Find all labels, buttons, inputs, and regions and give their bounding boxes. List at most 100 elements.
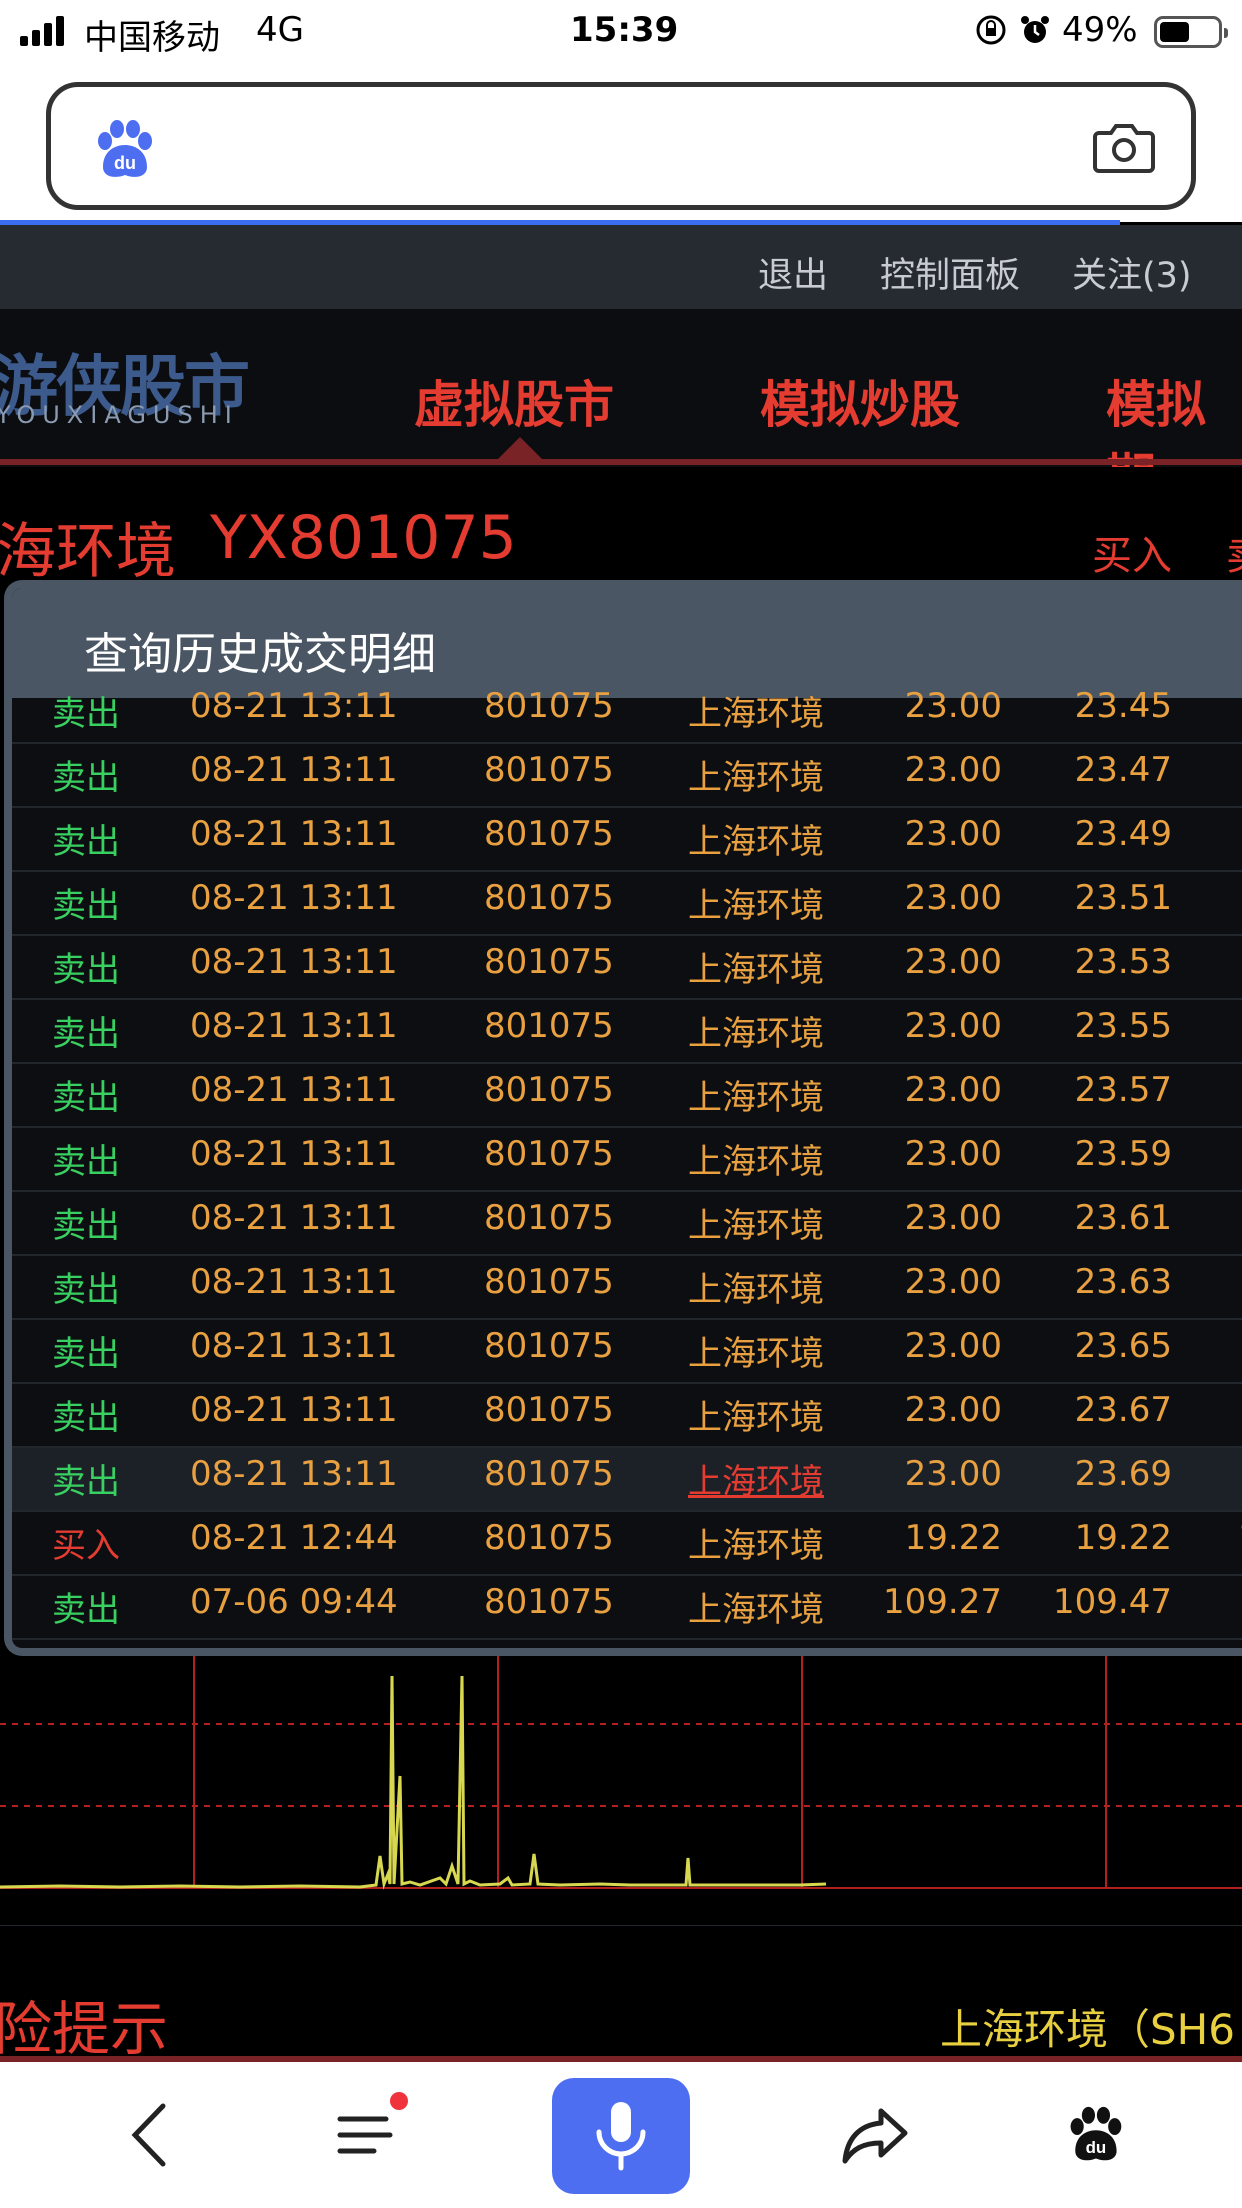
mic-icon (596, 2102, 646, 2171)
trade-type: 买入 (52, 1526, 120, 1566)
trade-code: 801075 (484, 942, 614, 982)
table-row[interactable]: 卖出 08-21 13:11 801075 上海环境 23.00 23.67 (12, 1384, 1242, 1448)
trade-type: 卖出 (52, 886, 120, 926)
stock-name: 海环境 (0, 517, 176, 587)
trade-time: 08-21 13:11 (190, 1198, 398, 1238)
table-row[interactable]: 卖出 08-21 13:11 801075 上海环境 23.00 23.53 (12, 936, 1242, 1000)
table-row[interactable]: 卖出 08-21 13:11 801075 上海环境 23.00 23.59 (12, 1128, 1242, 1192)
table-row[interactable]: 卖出 08-21 13:11 801075 上海环境 23.00 23.55 (12, 1000, 1242, 1064)
trade-name[interactable]: 上海环境 (688, 686, 824, 735)
trade-type: 卖出 (52, 758, 120, 798)
table-row[interactable]: 卖出 08-21 13:11 801075 上海环境 23.00 23.61 (12, 1192, 1242, 1256)
trade-code: 801075 (484, 1134, 614, 1174)
trade-name[interactable]: 上海环境 (688, 750, 824, 799)
camera-icon[interactable] (1091, 117, 1157, 177)
trade-extra: 1 (1238, 1518, 1242, 1558)
trade-time: 08-21 13:11 (190, 1006, 398, 1046)
trade-price-2: 23.65 (1074, 1326, 1172, 1366)
trade-type: 卖出 (52, 1142, 120, 1182)
search-input[interactable]: du (46, 82, 1196, 210)
menu-button[interactable] (320, 2062, 410, 2208)
trade-price: 109.27 (883, 1582, 1002, 1622)
network-label: 4G (256, 10, 304, 50)
trade-price-2: 23.59 (1074, 1134, 1172, 1174)
table-row[interactable]: 卖出 08-21 13:11 801075 上海环境 23.00 23.63 (12, 1256, 1242, 1320)
logout-link[interactable]: 退出 (758, 247, 828, 298)
table-row[interactable]: 卖出 08-21 13:11 801075 上海环境 23.00 23.47 (12, 744, 1242, 808)
trade-name[interactable]: 上海环境 (688, 1006, 824, 1055)
nav-simulated-trading[interactable]: 模拟炒股 (760, 365, 960, 437)
table-row[interactable]: 卖出 08-21 13:11 801075 上海环境 23.00 23.65 (12, 1320, 1242, 1384)
trade-type: 卖出 (52, 694, 120, 734)
trade-type: 卖出 (52, 1398, 120, 1438)
trade-price-2: 19.22 (1074, 1518, 1172, 1558)
baidu-paw-icon[interactable]: du (91, 117, 157, 183)
svg-text:du: du (1086, 2138, 1107, 2157)
back-icon (131, 2103, 166, 2167)
table-row[interactable]: 卖出 07-06 09:44 801075 上海环境 109.27 109.47 (12, 1576, 1242, 1640)
rotation-lock-icon (976, 15, 1006, 45)
volume-chart-svg (0, 1656, 1242, 1927)
trade-name[interactable]: 上海环境 (688, 814, 824, 863)
trade-price: 23.00 (904, 1326, 1002, 1366)
trade-name[interactable]: 上海环境 (688, 1070, 824, 1119)
table-row[interactable]: 卖出 08-21 13:11 801075 上海环境 23.00 23.45 (12, 680, 1242, 744)
trade-time: 07-06 09:44 (190, 1582, 398, 1622)
voice-search-button[interactable] (552, 2078, 690, 2194)
trade-code: 801075 (484, 1326, 614, 1366)
trade-code: 801075 (484, 814, 614, 854)
modal-title: 查询历史成交明细 (84, 629, 436, 680)
notification-dot (390, 2092, 408, 2110)
control-panel-link[interactable]: 控制面板 (880, 247, 1020, 298)
trade-name[interactable]: 上海环境 (688, 1390, 824, 1439)
trade-type: 卖出 (52, 1078, 120, 1118)
buy-link[interactable]: 买入 (1092, 523, 1172, 581)
trade-code: 801075 (484, 686, 614, 726)
back-button[interactable] (110, 2062, 190, 2208)
table-row[interactable]: 卖出 08-21 13:11 801075 上海环境 23.00 23.49 (12, 808, 1242, 872)
trade-code: 801075 (484, 1454, 614, 1494)
trade-price-2: 23.69 (1074, 1454, 1172, 1494)
trade-type: 卖出 (52, 950, 120, 990)
trade-name[interactable]: 上海环境 (688, 942, 824, 991)
carrier-label: 中国移动 (84, 18, 220, 58)
trade-code: 801075 (484, 878, 614, 918)
follow-link[interactable]: 关注(3) (1072, 247, 1192, 298)
trade-name[interactable]: 上海环境 (688, 1518, 824, 1567)
status-time: 15:39 (570, 10, 679, 50)
table-row[interactable]: 买入 08-21 12:44 801075 上海环境 19.22 19.22 1 (12, 1512, 1242, 1576)
site-logo-en: YOUXIAGUSHI (0, 401, 239, 429)
trade-name[interactable]: 上海环境 (688, 1134, 824, 1183)
trade-type: 卖出 (52, 1206, 120, 1246)
table-row[interactable]: 卖出 08-21 13:11 801075 上海环境 23.00 23.57 (12, 1064, 1242, 1128)
trade-price: 23.00 (904, 814, 1002, 854)
trade-name[interactable]: 上海环境 (688, 1582, 824, 1631)
sell-link[interactable]: 卖 (1226, 523, 1242, 581)
trade-price-2: 23.51 (1074, 878, 1172, 918)
status-icons: 49% (974, 10, 1138, 50)
trade-name[interactable]: 上海环境 (688, 1262, 824, 1311)
trade-price: 23.00 (904, 1454, 1002, 1494)
trade-name[interactable]: 上海环境 (688, 1454, 824, 1503)
share-button[interactable] (830, 2062, 920, 2208)
trade-history-modal: 查询历史成交明细 卖出 08-21 13:11 801075 上海环境 23.00 23.… (4, 580, 1242, 1656)
stock-header: 海环境 YX801075 买入 卖 (0, 467, 1242, 587)
baidu-home-button[interactable]: du (1050, 2062, 1140, 2208)
risk-ticker: 上海环境（SH6 (940, 2005, 1235, 2054)
nav-virtual-stock[interactable]: 虚拟股市 (414, 365, 614, 437)
trade-name[interactable]: 上海环境 (688, 878, 824, 927)
trade-price: 23.00 (904, 1262, 1002, 1302)
table-row[interactable]: 卖出 08-21 13:11 801075 上海环境 23.00 23.69 (12, 1448, 1242, 1512)
battery-percent: 49% (1062, 10, 1138, 50)
trade-name[interactable]: 上海环境 (688, 1326, 824, 1375)
trade-time: 08-21 13:11 (190, 750, 398, 790)
trade-code: 801075 (484, 1262, 614, 1302)
trade-price-2: 23.55 (1074, 1006, 1172, 1046)
trade-price: 23.00 (904, 1198, 1002, 1238)
table-row[interactable]: 卖出 08-21 13:11 801075 上海环境 23.00 23.51 (12, 872, 1242, 936)
trade-time: 08-21 12:44 (190, 1518, 398, 1558)
trade-price-2: 23.57 (1074, 1070, 1172, 1110)
trade-price: 23.00 (904, 1390, 1002, 1430)
trade-name[interactable]: 上海环境 (688, 1198, 824, 1247)
trade-price-2: 109.47 (1053, 1582, 1172, 1622)
